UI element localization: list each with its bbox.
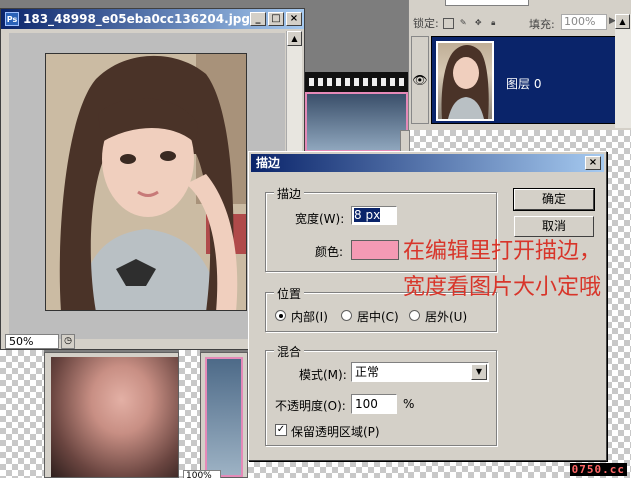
lower-zoom-field[interactable]: 100%: [183, 470, 221, 478]
layer-thumbnail-image: [441, 45, 489, 119]
layer-row-layer-0[interactable]: 图层 0: [431, 36, 621, 124]
lock-row: 锁定: ✎ ✥ 🔒︎: [413, 14, 499, 32]
layers-scroll-up-icon[interactable]: ▲: [615, 14, 630, 29]
layers-panel: 锁定: ✎ ✥ 🔒︎ 填充: 100% ▶ 👁︎ 图层 0 ▲: [408, 0, 631, 130]
zoom-navigator-icon[interactable]: ◷: [61, 334, 75, 349]
preserve-transparency-label[interactable]: 保留透明区域(P): [291, 423, 380, 440]
width-value: 8 px: [354, 208, 381, 222]
lock-label: 锁定:: [413, 17, 439, 30]
lower-document-window[interactable]: [44, 352, 179, 478]
canvas-transparency-bottom: [248, 461, 408, 478]
photo-window-title: 183_48998_e05eba0cc136204.jpg @ ...: [23, 12, 285, 26]
minimize-button[interactable]: _: [250, 12, 266, 26]
opacity-label: 不透明度(O):: [275, 399, 346, 413]
canvas-transparency-left: [0, 350, 44, 478]
lock-all-icon[interactable]: 🔒︎: [488, 18, 499, 29]
layer-visibility-eye-icon[interactable]: 👁︎: [411, 36, 429, 124]
location-outside-radio[interactable]: [409, 310, 420, 321]
location-center-radio[interactable]: [341, 310, 352, 321]
photo-image: [45, 53, 247, 311]
lock-move-icon[interactable]: ✥: [473, 18, 484, 29]
dialog-titlebar[interactable]: 描边 ×: [251, 154, 604, 172]
location-center-label[interactable]: 居中(C): [357, 308, 399, 325]
width-label: 宽度(W):: [295, 212, 345, 226]
close-button[interactable]: ×: [286, 12, 302, 26]
fill-field[interactable]: 100%: [561, 14, 607, 30]
canvas-transparency-mid: [179, 350, 200, 478]
lower-document-image: [51, 357, 178, 477]
lower-document-image-2: [205, 357, 243, 477]
color-swatch[interactable]: [351, 240, 399, 260]
dialog-close-button[interactable]: ×: [585, 156, 601, 170]
mode-select[interactable]: 正常 ▼: [351, 362, 489, 382]
photo-canvas-area[interactable]: [9, 33, 285, 339]
stroke-group-legend: 描边: [274, 185, 305, 202]
layer-name: 图层 0: [506, 77, 542, 91]
blend-mode-select[interactable]: [445, 0, 529, 6]
portrait-illustration: [46, 54, 246, 310]
lower-document-window-2[interactable]: [200, 352, 248, 478]
handwritten-annotation: 在编辑里打开描边，宽度看图片大小定哦: [403, 239, 602, 300]
mode-label: 模式(M):: [299, 368, 347, 382]
location-inside-radio[interactable]: [275, 310, 286, 321]
lock-brush-icon[interactable]: ✎: [458, 18, 469, 29]
mode-value: 正常: [355, 365, 380, 379]
color-label: 颜色:: [315, 245, 344, 259]
blend-group-legend: 混合: [274, 343, 305, 360]
scroll-up-icon[interactable]: ▲: [287, 31, 302, 46]
fill-label: 填充:: [529, 18, 555, 31]
location-inside-label[interactable]: 内部(I): [291, 308, 328, 325]
layer-thumbnail: [436, 41, 494, 121]
mode-dropdown-icon[interactable]: ▼: [471, 364, 487, 380]
location-outside-label[interactable]: 居外(U): [425, 308, 467, 325]
watermark-logo: 0750.cc: [569, 463, 627, 476]
preserve-transparency-checkbox[interactable]: ✓: [275, 424, 287, 436]
zoom-field[interactable]: 50%: [5, 334, 59, 349]
opacity-input[interactable]: 100: [351, 394, 397, 414]
opacity-unit: %: [403, 397, 415, 411]
dialog-title: 描边: [256, 156, 281, 170]
width-input[interactable]: 8 px: [351, 206, 397, 225]
stroke-dialog: 描边 × 描边 宽度(W): 8 px 颜色: 位置 内部(I) 居中(C) 居…: [248, 151, 607, 461]
background-document-filmstrip[interactable]: [305, 72, 408, 152]
photoshop-icon: Ps: [5, 12, 19, 26]
location-group-legend: 位置: [274, 285, 305, 302]
lock-transparency-icon[interactable]: [442, 17, 454, 29]
layers-scrollbar[interactable]: ▲: [615, 14, 631, 128]
ok-button[interactable]: 确定: [513, 188, 595, 211]
maximize-button[interactable]: □: [268, 12, 284, 26]
